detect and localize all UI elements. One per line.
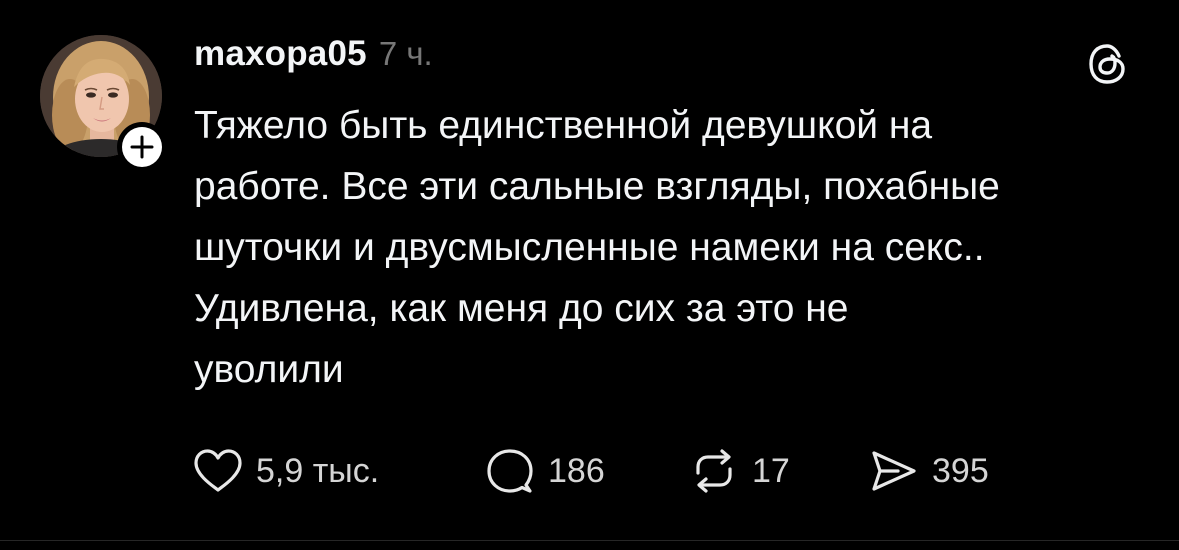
threads-logo-glyph (1089, 44, 1125, 84)
plus-icon (130, 135, 154, 159)
follow-button[interactable] (117, 122, 167, 172)
post-time: 7 ч. (378, 35, 433, 72)
post-text: Тяжело быть единственной девушкой на раб… (194, 95, 1164, 400)
paper-plane-icon (872, 451, 916, 491)
action-bar: 5,9 тыс. 186 17 395 (192, 446, 1018, 496)
repost-arrows-icon (696, 449, 732, 493)
heart-icon (194, 449, 242, 492)
post-line: шуточки и двусмысленные намеки на секс.. (194, 226, 985, 269)
reply-button[interactable]: 186 (484, 447, 688, 495)
avatar-container (40, 35, 167, 172)
follow-button-circle (122, 127, 162, 167)
post-line: Тяжело быть единственной девушкой на (194, 104, 933, 147)
repost-count: 17 (752, 451, 790, 490)
threads-logo-icon[interactable] (1086, 42, 1130, 86)
speech-bubble-icon (487, 449, 533, 493)
post-divider (0, 540, 1179, 541)
thread-post: maxopa05 7 ч. Тяжело быть единственной д… (0, 0, 1179, 540)
post-line: уволили (194, 348, 344, 391)
post-line: Удивлена, как меня до сих за это не (194, 287, 849, 330)
post-header: maxopa05 7 ч. (194, 34, 433, 78)
share-button[interactable]: 395 (868, 447, 1018, 495)
repost-button[interactable]: 17 (688, 447, 868, 495)
post-paragraph-1: Тяжело быть единственной девушкой на раб… (194, 95, 1164, 278)
reply-count: 186 (548, 451, 605, 490)
username[interactable]: maxopa05 (194, 34, 367, 74)
post-line: работе. Все эти сальные взгляды, похабны… (194, 165, 1000, 208)
like-button[interactable]: 5,9 тыс. (192, 448, 484, 494)
post-paragraph-2: Удивлена, как меня до сих за это не увол… (194, 278, 1164, 400)
like-count: 5,9 тыс. (256, 451, 380, 490)
share-count: 395 (932, 451, 989, 490)
